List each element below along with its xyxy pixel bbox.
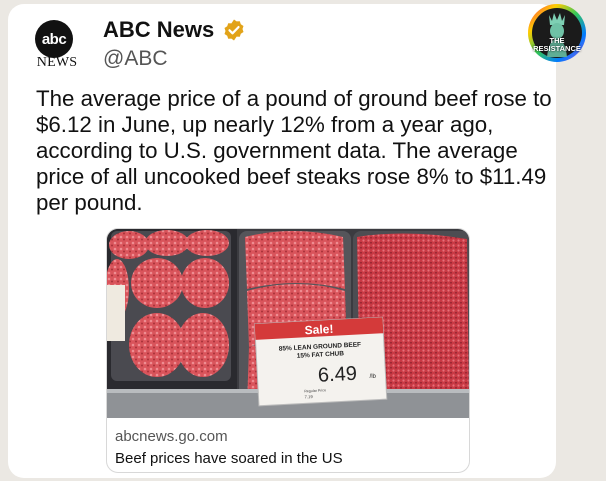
badge-text-line2: RESISTANCE bbox=[533, 44, 581, 53]
account-name[interactable]: ABC News bbox=[103, 17, 214, 43]
abc-logo: abc bbox=[35, 20, 73, 58]
price-unit: /lb bbox=[369, 374, 376, 380]
news-wordmark: NEWS bbox=[36, 55, 78, 70]
sale-price: 6.49 bbox=[317, 363, 357, 387]
link-preview-card[interactable]: Sale! 85% LEAN GROUND BEEF 15% FAT CHUB … bbox=[106, 228, 470, 473]
sale-sign-text: Sale! bbox=[304, 322, 333, 337]
link-title[interactable]: Beef prices have soared in the US bbox=[115, 450, 343, 467]
account-handle[interactable]: @ABC bbox=[103, 47, 168, 71]
ground-beef-photo: Sale! 85% LEAN GROUND BEEF 15% FAT CHUB … bbox=[107, 229, 469, 418]
post-text: The average price of a pound of ground b… bbox=[36, 86, 552, 215]
statue-of-liberty-icon bbox=[528, 4, 586, 62]
badge-text: THE RESISTANCE bbox=[527, 37, 587, 53]
resistance-badge: THE RESISTANCE bbox=[527, 3, 587, 63]
regular-price: 7.19 bbox=[304, 394, 313, 399]
account-avatar[interactable]: abc NEWS bbox=[28, 20, 86, 70]
verified-badge-icon bbox=[224, 19, 244, 41]
link-domain: abcnews.go.com bbox=[115, 428, 228, 445]
